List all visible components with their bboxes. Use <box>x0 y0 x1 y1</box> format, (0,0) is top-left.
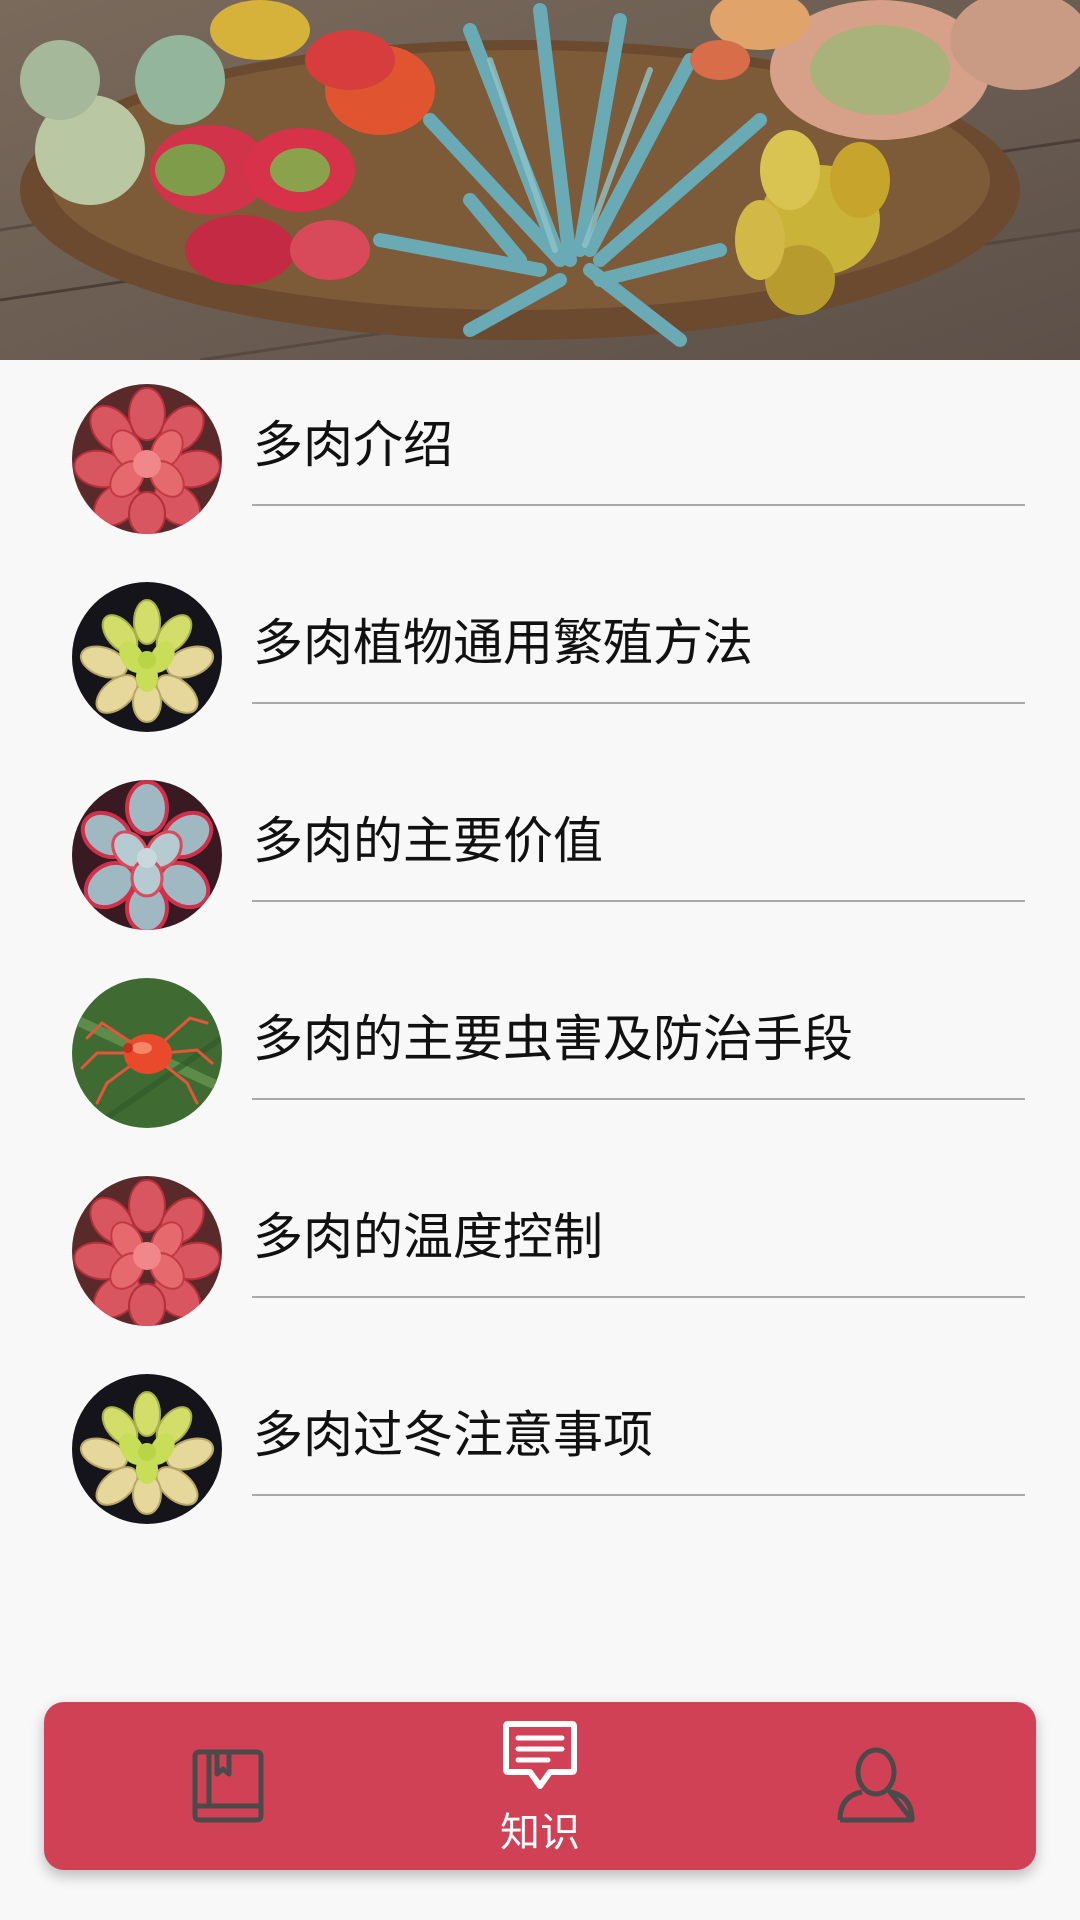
list-item-label: 多肉的温度控制 <box>253 1208 603 1266</box>
nav-knowledge-label: 知识 <box>500 1810 580 1856</box>
red-succulent-thumbnail <box>72 1176 222 1326</box>
app-screen: 多肉介绍 多肉植物通用繁殖方法 多肉的主要价值 多肉的主要虫害及防治手段 多肉的… <box>0 0 1080 1920</box>
chat-message-icon <box>503 1721 577 1789</box>
list-item-label: 多肉的主要虫害及防治手段 <box>253 1010 853 1068</box>
list-item-label: 多肉植物通用繁殖方法 <box>253 614 753 672</box>
divider <box>252 504 1025 506</box>
bottom-navigation-bar: 知识 <box>44 1702 1036 1870</box>
red-succulent-thumbnail <box>72 384 222 534</box>
topic-list: 多肉介绍 多肉植物通用繁殖方法 多肉的主要价值 多肉的主要虫害及防治手段 多肉的… <box>0 360 1080 1548</box>
list-item-label: 多肉过冬注意事项 <box>253 1406 653 1464</box>
list-item[interactable]: 多肉过冬注意事项 <box>0 1350 1080 1548</box>
red-spider-mite-thumbnail <box>72 978 222 1128</box>
nav-books-tab[interactable] <box>164 1702 294 1870</box>
nav-knowledge-tab[interactable]: 知识 <box>470 1702 610 1870</box>
banner-succulent-wreath-image <box>0 0 1080 360</box>
divider <box>252 1098 1025 1100</box>
blue-red-succulent-thumbnail <box>72 780 222 930</box>
list-item-label: 多肉的主要价值 <box>253 812 603 870</box>
list-item-label: 多肉介绍 <box>253 416 453 474</box>
list-item[interactable]: 多肉介绍 <box>0 360 1080 558</box>
book-icon <box>192 1749 264 1823</box>
divider <box>252 1494 1025 1496</box>
list-item[interactable]: 多肉的主要价值 <box>0 756 1080 954</box>
yellow-succulent-thumbnail <box>72 1374 222 1524</box>
list-item[interactable]: 多肉的主要虫害及防治手段 <box>0 954 1080 1152</box>
divider <box>252 1296 1025 1298</box>
divider <box>252 702 1025 704</box>
user-icon <box>837 1747 915 1823</box>
yellow-succulent-thumbnail <box>72 582 222 732</box>
divider <box>252 900 1025 902</box>
list-item[interactable]: 多肉植物通用繁殖方法 <box>0 558 1080 756</box>
nav-profile-tab[interactable] <box>804 1702 934 1870</box>
list-item[interactable]: 多肉的温度控制 <box>0 1152 1080 1350</box>
